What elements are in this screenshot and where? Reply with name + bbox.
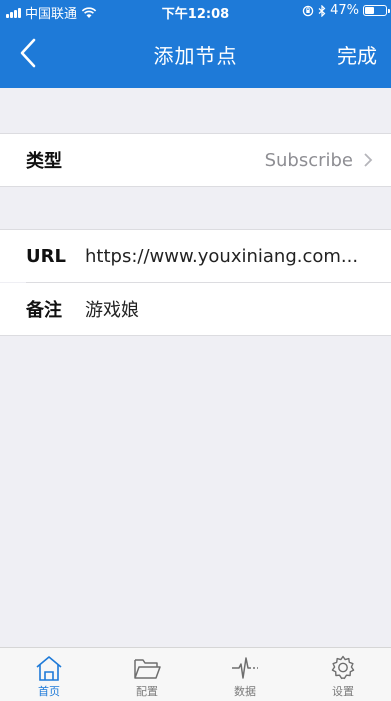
divider — [0, 335, 391, 336]
battery-percent: 47% — [330, 3, 359, 18]
battery-fill — [365, 7, 375, 14]
type-selector[interactable]: Subscribe — [265, 150, 373, 171]
tab-config[interactable]: 配置 — [98, 648, 196, 701]
folder-icon — [134, 659, 161, 679]
bluetooth-icon — [318, 4, 326, 17]
done-button[interactable]: 完成 — [337, 40, 377, 69]
tab-settings-label: 设置 — [332, 685, 354, 698]
url-label: URL — [26, 245, 66, 267]
tab-data-label: 数据 — [234, 685, 256, 698]
remark-label: 备注 — [26, 300, 62, 321]
gear-icon — [331, 655, 355, 680]
navigation-bar: 添加节点 完成 — [0, 22, 391, 88]
type-row[interactable]: 类型 Subscribe — [0, 134, 391, 186]
status-bar: 中国联通 下午12:08 47% — [0, 0, 391, 22]
tab-home-label: 首页 — [38, 685, 60, 698]
tab-config-label: 配置 — [136, 685, 158, 698]
type-value: Subscribe — [264, 149, 353, 171]
battery-icon — [363, 5, 390, 16]
url-field[interactable]: https://www.youxiniang.com... — [85, 246, 380, 267]
home-icon — [36, 656, 62, 681]
url-row[interactable]: URL https://www.youxiniang.com... — [0, 230, 391, 282]
orientation-lock-icon — [302, 5, 314, 16]
chevron-right-icon — [364, 153, 373, 167]
tab-settings[interactable]: 设置 — [294, 648, 391, 701]
type-label: 类型 — [26, 151, 62, 172]
remark-field[interactable]: 游戏娘 — [85, 296, 380, 322]
status-right: 47% — [302, 3, 390, 18]
header-bar: 中国联通 下午12:08 47% 添加节点 完成 — [0, 0, 391, 88]
tab-data[interactable]: 数据 — [196, 648, 294, 701]
page-title: 添加节点 — [153, 44, 238, 68]
remark-row[interactable]: 备注 游戏娘 — [0, 283, 391, 335]
tab-home[interactable]: 首页 — [0, 648, 98, 701]
divider — [0, 186, 391, 187]
tab-bar: 首页 配置 数据 设置 — [0, 647, 391, 701]
pulse-icon — [232, 657, 258, 679]
